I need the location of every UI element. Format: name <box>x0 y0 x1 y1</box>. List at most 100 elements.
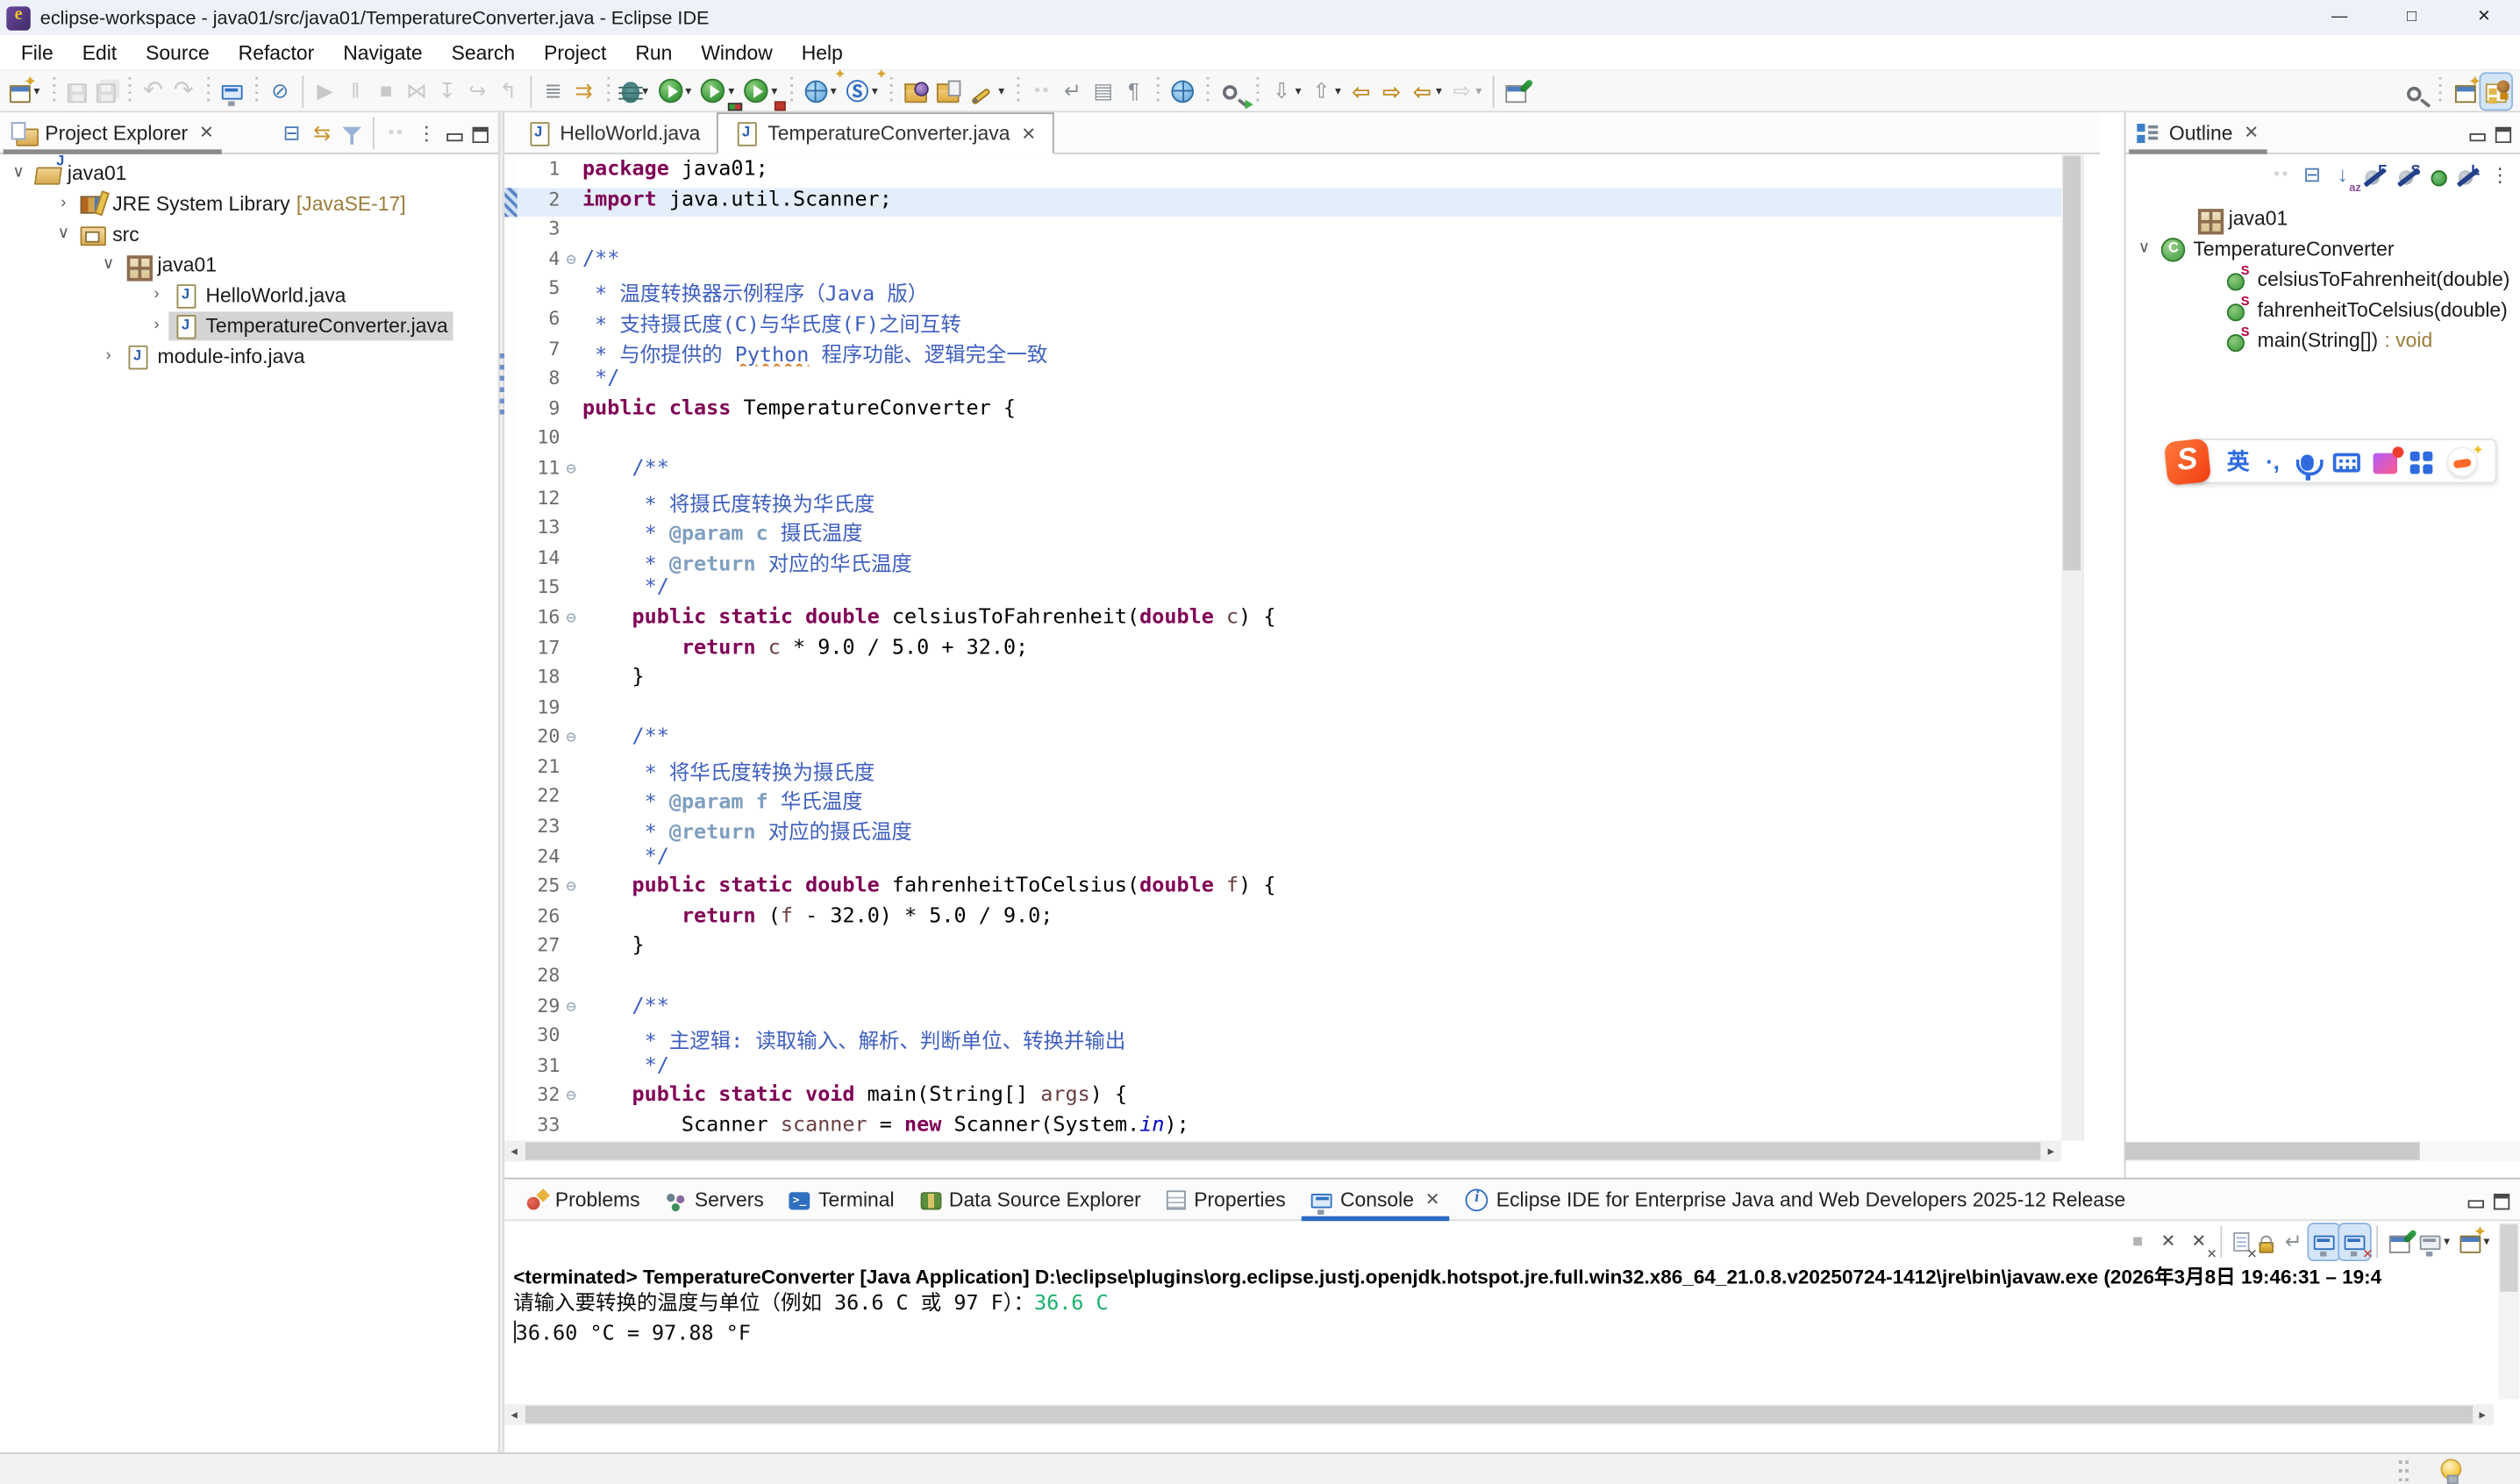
tab-temperatureconverter-java[interactable]: TemperatureConverter.java✕ <box>717 112 1054 154</box>
remove-launch[interactable]: ✕ <box>2153 1224 2184 1259</box>
code-line-21[interactable]: 21 * 将华氏度转换为摄氏度 <box>517 755 2061 785</box>
editor-vertical-scrollbar[interactable] <box>2061 154 2082 1141</box>
previous-annotation[interactable]: ⇧▾ <box>1306 73 1346 108</box>
code-line-16[interactable]: 16⊖ public static double celsiusToFahren… <box>517 605 2061 635</box>
run-external-tools-dropdown-arrow[interactable]: ▾ <box>771 83 777 97</box>
focus[interactable]: ●● <box>2267 158 2297 193</box>
menu-project[interactable]: Project <box>530 35 621 68</box>
open-web-browser[interactable] <box>1167 73 1199 108</box>
show-on-stderr[interactable]: ✕ <box>2339 1224 2370 1259</box>
last-edit-location[interactable]: ⇦ <box>1346 73 1376 108</box>
new-spring-wizard-dropdown-arrow[interactable]: ▾ <box>872 83 878 97</box>
close-icon[interactable]: ✕ <box>199 122 214 143</box>
code-line-29[interactable]: 29⊖ /** <box>517 994 2061 1024</box>
close-icon[interactable]: ✕ <box>1021 123 1036 144</box>
quick-search[interactable] <box>2400 74 2432 109</box>
code-line-22[interactable]: 22 * @param f 华氏温度 <box>517 785 2061 815</box>
expander-icon[interactable]: › <box>52 195 75 212</box>
disconnect[interactable]: ⋈ <box>402 73 432 108</box>
scrollbar-thumb[interactable] <box>2499 1224 2516 1292</box>
pin-console[interactable] <box>2384 1224 2415 1259</box>
fold-collapse-icon[interactable]: ⊖ <box>560 994 582 1024</box>
hide-fields[interactable]: F <box>2358 158 2391 193</box>
menu-navigate[interactable]: Navigate <box>329 35 437 68</box>
scroll-right-arrow[interactable]: ▸ <box>2472 1404 2493 1425</box>
display-selected-console[interactable]: ▾ <box>2415 1224 2454 1259</box>
scrollbar-thumb[interactable] <box>525 1142 2040 1159</box>
open-search-dialog[interactable] <box>1217 73 1249 108</box>
tree-item-java01[interactable]: java01 <box>2125 203 2520 233</box>
filters[interactable] <box>338 115 367 150</box>
code-line-13[interactable]: 13 * @param c 摄氏温度 <box>517 516 2061 546</box>
code-line-14[interactable]: 14 * @return 对应的华氏温度 <box>517 546 2061 575</box>
tab-data-source-explorer[interactable]: Data Source Explorer <box>907 1180 1153 1220</box>
code-line-15[interactable]: 15 */ <box>517 575 2061 605</box>
open-resource[interactable] <box>932 73 965 108</box>
clear-console[interactable]: ✕ <box>2229 1224 2254 1259</box>
open-type[interactable] <box>900 73 932 108</box>
next-annotation[interactable]: ⇩▾ <box>1267 73 1306 108</box>
view-menu[interactable]: ⋮ <box>411 115 442 150</box>
expander-icon[interactable]: ∨ <box>96 255 120 273</box>
code-line-11[interactable]: 11⊖ /** <box>517 456 2061 486</box>
code-line-31[interactable]: 31 */ <box>517 1053 2061 1083</box>
voice-input[interactable] <box>2291 444 2324 479</box>
run-external-tools[interactable]: ▾ <box>739 73 782 108</box>
expander-icon[interactable]: › <box>145 286 168 303</box>
tree-item-module-info-java[interactable]: ›module-info.java <box>0 340 498 371</box>
code-line-17[interactable]: 17 return c * 9.0 / 5.0 + 32.0; <box>517 635 2061 665</box>
expander-icon[interactable]: › <box>96 347 120 365</box>
menu-refactor[interactable]: Refactor <box>224 35 329 68</box>
save-all[interactable] <box>91 73 120 108</box>
highlighter-dropdown-arrow[interactable]: ▾ <box>998 83 1004 97</box>
view-menu[interactable]: ⋮ <box>2485 158 2516 193</box>
code-line-27[interactable]: 27 } <box>517 934 2061 964</box>
use-step-filters[interactable]: ≣ <box>538 73 568 108</box>
menu-run[interactable]: Run <box>621 35 687 68</box>
remove-all-terminated[interactable]: ✕✕ <box>2183 1224 2214 1259</box>
menu-search[interactable]: Search <box>437 35 530 68</box>
word-wrap[interactable]: ↵ <box>2278 1224 2309 1259</box>
code-line-7[interactable]: 7 * 与你提供的 Python 程序功能、逻辑完全一致 <box>517 337 2061 367</box>
tips-lightbulb[interactable] <box>2435 1451 2466 1484</box>
collapse-all[interactable]: ⊟ <box>2297 158 2328 193</box>
new-spring-wizard[interactable]: Ⓢ✦▾ <box>841 73 882 108</box>
code-line-9[interactable]: 9public class TemperatureConverter { <box>517 396 2061 426</box>
minimize-button[interactable]: — <box>2303 0 2375 35</box>
run[interactable]: ▾ <box>653 73 696 108</box>
coverage[interactable]: ▾ <box>696 73 739 108</box>
fold-collapse-icon[interactable]: ⊖ <box>560 605 582 635</box>
tab-helloworld-java[interactable]: HelloWorld.java <box>510 112 717 153</box>
close-icon[interactable]: ✕ <box>1425 1189 1440 1210</box>
suspend[interactable]: ‖ <box>340 73 371 108</box>
scrollbar-thumb[interactable] <box>525 1406 2472 1423</box>
fold-collapse-icon[interactable]: ⊖ <box>560 456 582 486</box>
tab-problems[interactable]: Problems <box>513 1180 653 1220</box>
toolbox[interactable] <box>2405 444 2438 479</box>
code-line-3[interactable]: 3 <box>517 218 2061 247</box>
outline-horizontal-scrollbar[interactable] <box>2125 1141 2520 1162</box>
open-perspective[interactable] <box>2450 74 2481 109</box>
menu-source[interactable]: Source <box>132 35 225 68</box>
code-line-1[interactable]: 1package java01; <box>517 158 2061 188</box>
show-selected-element[interactable]: ▤ <box>1088 73 1118 108</box>
code-line-24[interactable]: 24 */ <box>517 845 2061 874</box>
tree-item-java01[interactable]: ∨java01 <box>0 158 498 189</box>
scrollbar-thumb[interactable] <box>2125 1142 2419 1159</box>
tree-item-src[interactable]: ∨src <box>0 218 498 249</box>
punctuation-mode[interactable]: ·, <box>2258 444 2288 479</box>
display-selected-console-dropdown-arrow[interactable]: ▾ <box>2444 1234 2450 1248</box>
fold-collapse-icon[interactable]: ⊖ <box>560 247 582 277</box>
tab-project-explorer[interactable]: Project Explorer ✕ <box>0 112 225 153</box>
tab-outline[interactable]: Outline ✕ <box>2125 112 2270 153</box>
code-line-32[interactable]: 32⊖ public static void main(String[] arg… <box>517 1083 2061 1113</box>
sash-editor-outline[interactable] <box>2100 112 2124 1177</box>
scroll-left-arrow[interactable]: ◂ <box>503 1141 525 1162</box>
tree-item-temperatureconverter[interactable]: ∨TemperatureConverter <box>2125 233 2520 264</box>
show-on-stdout[interactable] <box>2309 1224 2339 1259</box>
show-whitespace[interactable]: ¶ <box>1118 73 1149 108</box>
code-line-20[interactable]: 20⊖ /** <box>517 725 2061 755</box>
pin-editor[interactable] <box>1501 73 1531 108</box>
run-dropdown-arrow[interactable]: ▾ <box>685 83 691 97</box>
hide-non-public-members[interactable] <box>2425 158 2451 193</box>
